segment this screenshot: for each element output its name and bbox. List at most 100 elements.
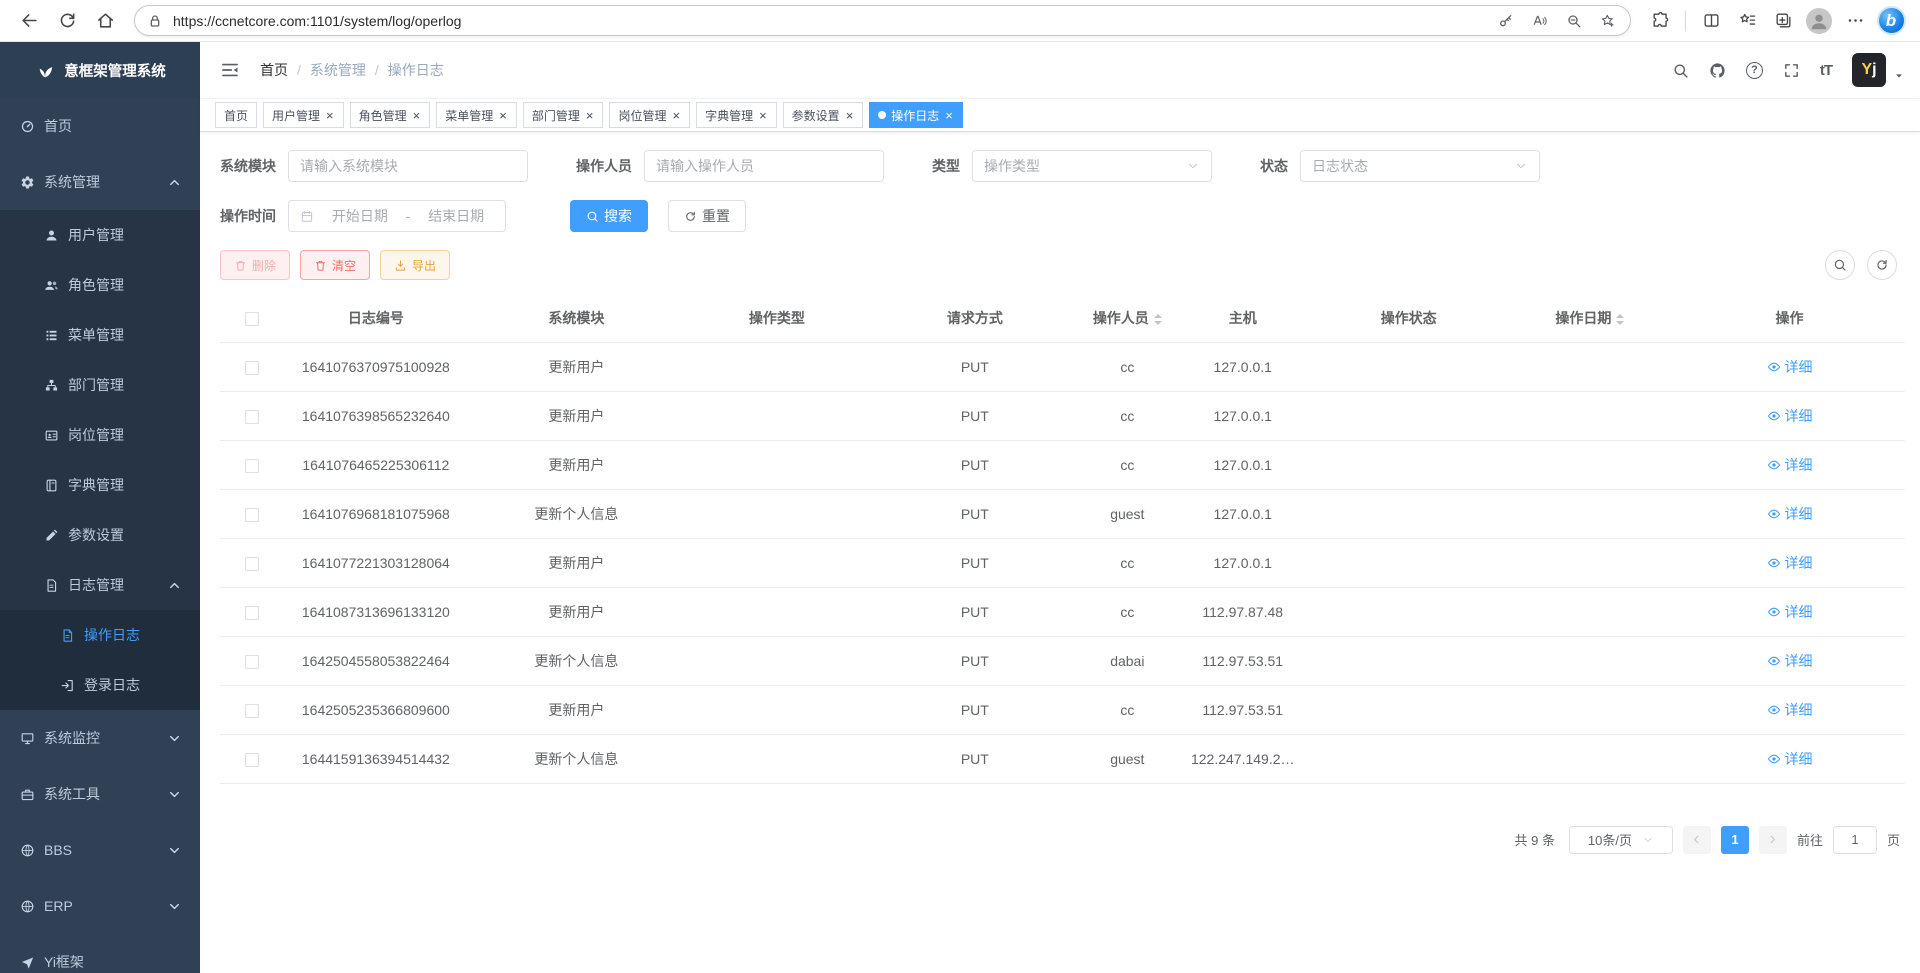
row-checkbox[interactable]	[245, 753, 259, 767]
detail-link[interactable]: 详细	[1767, 749, 1813, 769]
status-select[interactable]: 日志状态	[1300, 150, 1540, 182]
sidebar-item-BBS[interactable]: BBS	[0, 822, 200, 878]
copilot-button[interactable]: b	[1874, 4, 1908, 38]
detail-link[interactable]: 详细	[1767, 406, 1813, 426]
sidebar-item-用户管理[interactable]: 用户管理	[0, 210, 200, 260]
tab-参数设置[interactable]: 参数设置×	[783, 102, 864, 128]
zoom-out-icon[interactable]	[1560, 7, 1588, 35]
user-avatar[interactable]: Yj	[1852, 53, 1886, 87]
page-size-select[interactable]: 10条/页	[1569, 826, 1673, 854]
page-1-button[interactable]: 1	[1721, 826, 1749, 854]
browser-more-button[interactable]	[1838, 4, 1872, 38]
type-select[interactable]: 操作类型	[972, 150, 1212, 182]
tab-岗位管理[interactable]: 岗位管理×	[609, 102, 690, 128]
tab-用户管理[interactable]: 用户管理×	[263, 102, 344, 128]
browser-profile-button[interactable]	[1802, 4, 1836, 38]
sidebar-item-角色管理[interactable]: 角色管理	[0, 260, 200, 310]
detail-link[interactable]: 详细	[1767, 651, 1813, 671]
help-icon[interactable]: ?	[1746, 62, 1763, 79]
row-checkbox[interactable]	[245, 508, 259, 522]
cell-action: 详细	[1674, 440, 1905, 489]
detail-link[interactable]: 详细	[1767, 553, 1813, 573]
column-header-操作日期[interactable]: 操作日期	[1506, 294, 1675, 342]
browser-refresh-button[interactable]	[50, 4, 84, 38]
prev-page-button[interactable]	[1683, 826, 1711, 854]
export-button[interactable]: 导出	[380, 250, 450, 280]
sidebar-item-日志管理[interactable]: 日志管理	[0, 560, 200, 610]
detail-link[interactable]: 详细	[1767, 357, 1813, 377]
reset-button[interactable]: 重置	[668, 200, 746, 232]
split-screen-button[interactable]	[1694, 4, 1728, 38]
avatar-caret-down-icon[interactable]	[1894, 71, 1904, 87]
header-search-icon[interactable]	[1672, 62, 1689, 79]
address-bar[interactable]: https://ccnetcore.com:1101/system/log/op…	[134, 5, 1631, 36]
font-size-icon[interactable]: tT	[1820, 62, 1832, 79]
sidebar-item-部门管理[interactable]: 部门管理	[0, 360, 200, 410]
sidebar-item-岗位管理[interactable]: 岗位管理	[0, 410, 200, 460]
close-tab-icon[interactable]: ×	[845, 109, 855, 122]
row-checkbox[interactable]	[245, 410, 259, 424]
tab-首页[interactable]: 首页	[215, 102, 257, 128]
column-header-操作人员[interactable]: 操作人员	[1081, 294, 1174, 342]
add-favorite-icon[interactable]	[1594, 7, 1622, 35]
tab-角色管理[interactable]: 角色管理×	[350, 102, 431, 128]
close-tab-icon[interactable]: ×	[325, 109, 335, 122]
search-button[interactable]: 搜索	[570, 200, 648, 232]
detail-link[interactable]: 详细	[1767, 504, 1813, 524]
sort-caret-icon[interactable]	[1154, 314, 1162, 325]
close-tab-icon[interactable]: ×	[498, 109, 508, 122]
sidebar-item-字典管理[interactable]: 字典管理	[0, 460, 200, 510]
favorites-bar-button[interactable]	[1730, 4, 1764, 38]
close-tab-icon[interactable]: ×	[671, 109, 681, 122]
sort-caret-icon[interactable]	[1616, 314, 1624, 325]
close-tab-icon[interactable]: ×	[944, 109, 954, 122]
tab-部门管理[interactable]: 部门管理×	[523, 102, 604, 128]
date-range-picker[interactable]: 开始日期 - 结束日期	[288, 200, 506, 232]
sidebar-item-参数设置[interactable]: 参数设置	[0, 510, 200, 560]
close-tab-icon[interactable]: ×	[412, 109, 422, 122]
browser-home-button[interactable]	[88, 4, 122, 38]
password-key-icon[interactable]	[1492, 7, 1520, 35]
browser-back-button[interactable]	[12, 4, 46, 38]
row-checkbox[interactable]	[245, 459, 259, 473]
sidebar-item-菜单管理[interactable]: 菜单管理	[0, 310, 200, 360]
tab-菜单管理[interactable]: 菜单管理×	[436, 102, 517, 128]
extensions-button[interactable]	[1643, 4, 1677, 38]
select-all-checkbox[interactable]	[245, 312, 259, 326]
clear-button[interactable]: 清空	[300, 250, 370, 280]
row-checkbox[interactable]	[245, 557, 259, 571]
sidebar-fold-icon[interactable]	[216, 60, 244, 80]
toggle-search-button[interactable]	[1825, 250, 1855, 280]
operator-input[interactable]	[656, 158, 872, 174]
app-logo[interactable]: 意框架管理系统	[0, 42, 200, 98]
delete-button[interactable]: 删除	[220, 250, 290, 280]
tab-操作日志[interactable]: 操作日志×	[869, 102, 963, 128]
close-tab-icon[interactable]: ×	[758, 109, 768, 122]
sidebar-item-首页[interactable]: 首页	[0, 98, 200, 154]
row-checkbox[interactable]	[245, 606, 259, 620]
breadcrumb-item-首页[interactable]: 首页	[260, 60, 288, 80]
read-aloud-icon[interactable]	[1526, 7, 1554, 35]
tab-字典管理[interactable]: 字典管理×	[696, 102, 777, 128]
sidebar-item-操作日志[interactable]: 操作日志	[0, 610, 200, 660]
sidebar-item-系统管理[interactable]: 系统管理	[0, 154, 200, 210]
detail-link[interactable]: 详细	[1767, 700, 1813, 720]
close-tab-icon[interactable]: ×	[585, 109, 595, 122]
goto-page-input[interactable]	[1833, 826, 1877, 854]
sidebar-item-系统监控[interactable]: 系统监控	[0, 710, 200, 766]
sidebar-item-系统工具[interactable]: 系统工具	[0, 766, 200, 822]
next-page-button[interactable]	[1759, 826, 1787, 854]
github-icon[interactable]	[1709, 62, 1726, 79]
collections-button[interactable]	[1766, 4, 1800, 38]
sidebar-item-ERP[interactable]: ERP	[0, 878, 200, 934]
refresh-table-button[interactable]	[1867, 250, 1897, 280]
row-checkbox[interactable]	[245, 655, 259, 669]
row-checkbox[interactable]	[245, 704, 259, 718]
detail-link[interactable]: 详细	[1767, 455, 1813, 475]
sidebar-item-Yi框架[interactable]: Yi框架	[0, 934, 200, 973]
detail-link[interactable]: 详细	[1767, 602, 1813, 622]
sidebar-item-登录日志[interactable]: 登录日志	[0, 660, 200, 710]
module-input[interactable]	[300, 158, 516, 174]
fullscreen-icon[interactable]	[1783, 62, 1800, 79]
row-checkbox[interactable]	[245, 361, 259, 375]
